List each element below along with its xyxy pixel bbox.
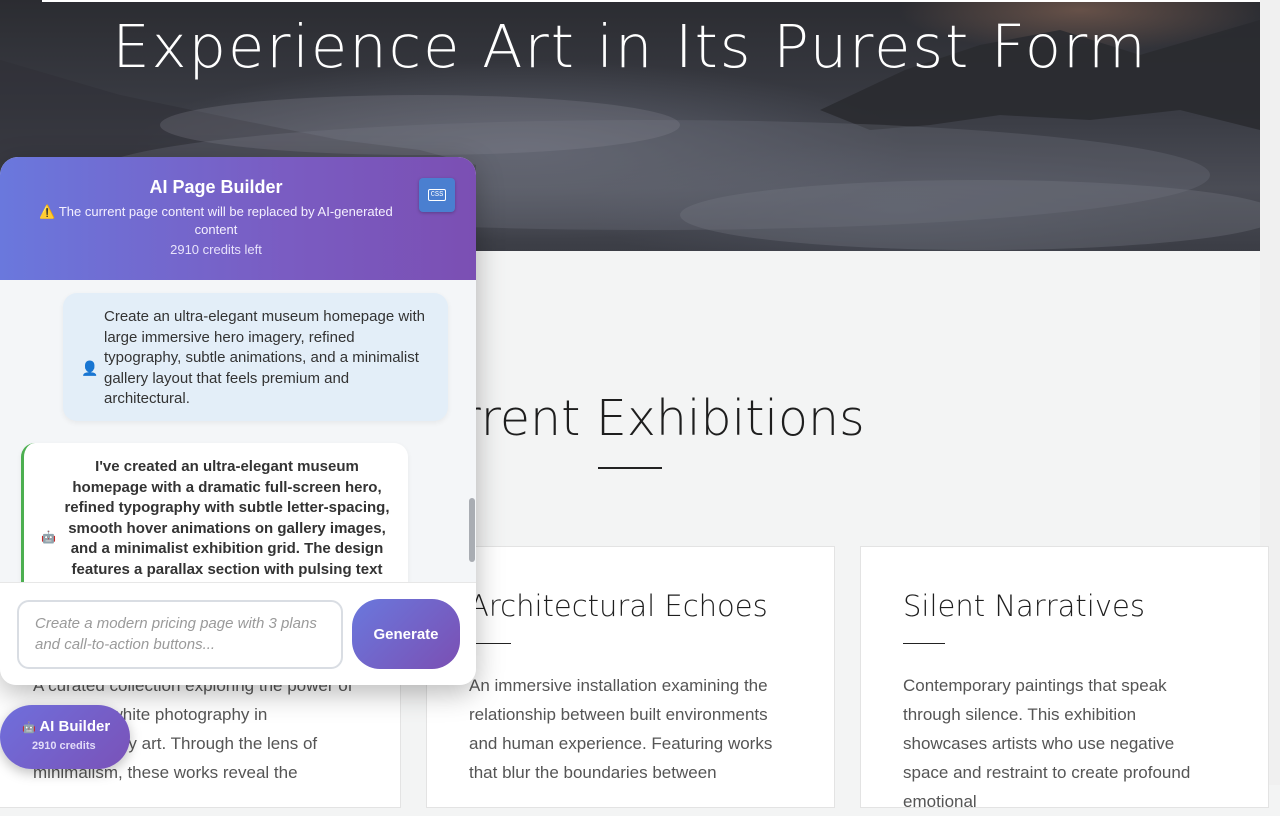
- launcher-credits: 2910 credits: [32, 740, 96, 752]
- prompt-area: Generate: [0, 582, 476, 685]
- exhibition-card[interactable]: Architectural Echoes An immersive instal…: [426, 546, 835, 808]
- robot-icon: 🤖: [41, 530, 56, 544]
- exhibition-card-description: Contemporary paintings that speak throug…: [903, 676, 1191, 811]
- css-editor-button[interactable]: CSS: [419, 178, 455, 212]
- heading-divider: [598, 467, 662, 469]
- launcher-label: AI Builder: [39, 718, 111, 735]
- person-icon: 👤: [81, 360, 99, 376]
- ai-builder-launcher[interactable]: 🤖 AI Builder 2910 credits: [0, 705, 130, 769]
- assistant-message-text: I've created an ultra-elegant museum hom…: [64, 458, 390, 578]
- css-file-icon: CSS: [427, 189, 447, 201]
- user-message: 👤 Create an ultra-elegant museum homepag…: [63, 293, 448, 421]
- launcher-label-row: 🤖 AI Builder: [22, 718, 110, 735]
- chat-messages[interactable]: 👤 Create an ultra-elegant museum homepag…: [0, 280, 476, 582]
- exhibition-card[interactable]: Silent Narratives Contemporary paintings…: [860, 546, 1269, 811]
- ai-builder-panel: AI Page Builder ⚠️ The current page cont…: [0, 157, 476, 685]
- exhibition-card-title: Silent Narratives: [903, 589, 1145, 623]
- credits-remaining: 2910 credits left: [170, 242, 262, 257]
- panel-title: AI Page Builder: [149, 177, 283, 197]
- prompt-input[interactable]: [17, 600, 343, 669]
- exhibition-card-description: An immersive installation examining the …: [469, 676, 773, 782]
- top-edge-line: [42, 0, 1260, 2]
- chat-scrollbar[interactable]: [469, 498, 475, 562]
- panel-header: AI Page Builder ⚠️ The current page cont…: [0, 157, 476, 280]
- replace-warning: ⚠️ The current page content will be repl…: [39, 204, 393, 237]
- user-message-text: Create an ultra-elegant museum homepage …: [104, 308, 426, 407]
- generate-button[interactable]: Generate: [352, 599, 460, 669]
- card-divider: [903, 643, 945, 644]
- robot-icon: 🤖: [22, 722, 36, 734]
- hero-title: Experience Art in Its Purest Form: [112, 12, 1148, 81]
- exhibition-card-title: Architectural Echoes: [469, 589, 768, 623]
- assistant-message: 🤖 I've created an ultra-elegant museum h…: [21, 443, 408, 582]
